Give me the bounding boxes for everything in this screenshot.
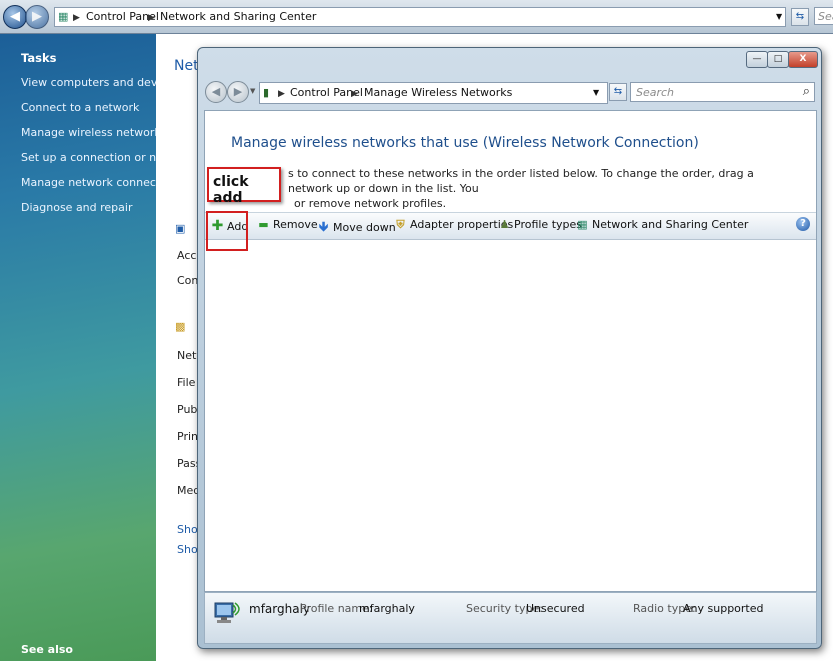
manage-wireless-networks-window: — □ X ◀ ▶ ▼ ▮ ▶ Control Panel ▶ Manage W…: [197, 47, 822, 649]
refresh-icon[interactable]: ⇆: [609, 83, 627, 101]
details-pane: mfarghaly Profile name: mfarghaly Securi…: [204, 592, 817, 644]
adapter-properties-button[interactable]: ⛨ Adapter properties: [393, 218, 513, 232]
sharing-icon: ▩: [175, 320, 186, 333]
help-icon[interactable]: ?: [796, 217, 810, 231]
dialog-breadcrumb[interactable]: ▮ ▶ Control Panel ▶ Manage Wireless Netw…: [259, 82, 608, 104]
dialog-content-pane: Manage wireless networks that use (Wirel…: [204, 110, 817, 592]
tasks-header: Tasks: [21, 51, 57, 65]
maximize-button[interactable]: □: [767, 51, 789, 68]
magnifier-icon[interactable]: ⌕: [803, 84, 810, 99]
close-button[interactable]: X: [788, 51, 818, 68]
see-also-header: See also: [21, 643, 73, 656]
move-down-button[interactable]: 🡻 Move down: [316, 218, 396, 240]
sidebar-link-manage-wireless[interactable]: Manage wireless networks: [21, 126, 166, 139]
background-search-input[interactable]: Sea: [814, 7, 833, 25]
background-address-bar: ◀ ▶ ▦ ▶ Control Panel ▶ Network and Shar…: [0, 0, 833, 34]
chevron-down-icon[interactable]: ▼: [593, 88, 599, 97]
chevron-down-icon[interactable]: ▼: [250, 87, 255, 95]
minimize-button[interactable]: —: [746, 51, 768, 68]
tasks-sidebar: Tasks View computers and devices Connect…: [0, 34, 194, 661]
network-sharing-center-button[interactable]: ▦ Network and Sharing Center: [575, 218, 748, 231]
add-button-highlight: [206, 211, 248, 251]
down-arrow-icon: 🡻: [318, 220, 329, 235]
dialog-search-input[interactable]: Search ⌕: [630, 82, 815, 102]
wireless-signal-icon: ▮: [263, 86, 270, 99]
forward-arrow-icon[interactable]: ▶: [25, 5, 49, 29]
user-icon: ♟: [499, 218, 510, 231]
search-placeholder: Search: [636, 86, 675, 99]
sidebar-link-connect-network[interactable]: Connect to a network: [21, 101, 139, 114]
forward-arrow-icon[interactable]: ▶: [227, 81, 249, 103]
wireless-computer-icon: [214, 602, 240, 623]
security-type-value: Unsecured: [526, 602, 585, 615]
remove-button[interactable]: ▬ Remove: [256, 218, 317, 231]
profile-types-button[interactable]: ♟ Profile types: [497, 218, 582, 231]
breadcrumb-network-sharing-center[interactable]: Network and Sharing Center: [160, 10, 316, 23]
sidebar-link-diagnose-repair[interactable]: Diagnose and repair: [21, 201, 133, 214]
dialog-description: s to connect to these networks in the or…: [288, 167, 754, 210]
profile-name-value: mfarghaly: [359, 602, 415, 615]
dialog-heading: Manage wireless networks that use (Wirel…: [231, 135, 699, 151]
computer-icon: ▣: [175, 222, 186, 235]
dialog-toolbar: ✚ Add ▬ Remove 🡻 Move down ⛨ Adapter propert…: [205, 212, 816, 240]
network-icon: ▦: [577, 218, 588, 231]
refresh-icon[interactable]: ⇆: [791, 8, 809, 26]
background-breadcrumb[interactable]: ▦ ▶ Control Panel ▶ Network and Sharing …: [54, 7, 786, 27]
shield-icon: ⛨: [396, 218, 405, 231]
click-add-callout: click add: [207, 167, 281, 206]
back-arrow-icon[interactable]: ◀: [205, 81, 227, 103]
breadcrumb-manage-wireless[interactable]: Manage Wireless Networks: [364, 86, 512, 99]
minus-icon: ▬: [258, 218, 269, 231]
back-arrow-icon[interactable]: ◀: [3, 5, 27, 29]
radio-type-value: Any supported: [683, 602, 764, 615]
network-icon: ▦: [58, 10, 69, 23]
network-list[interactable]: [205, 239, 816, 591]
chevron-down-icon[interactable]: ▼: [776, 12, 782, 21]
